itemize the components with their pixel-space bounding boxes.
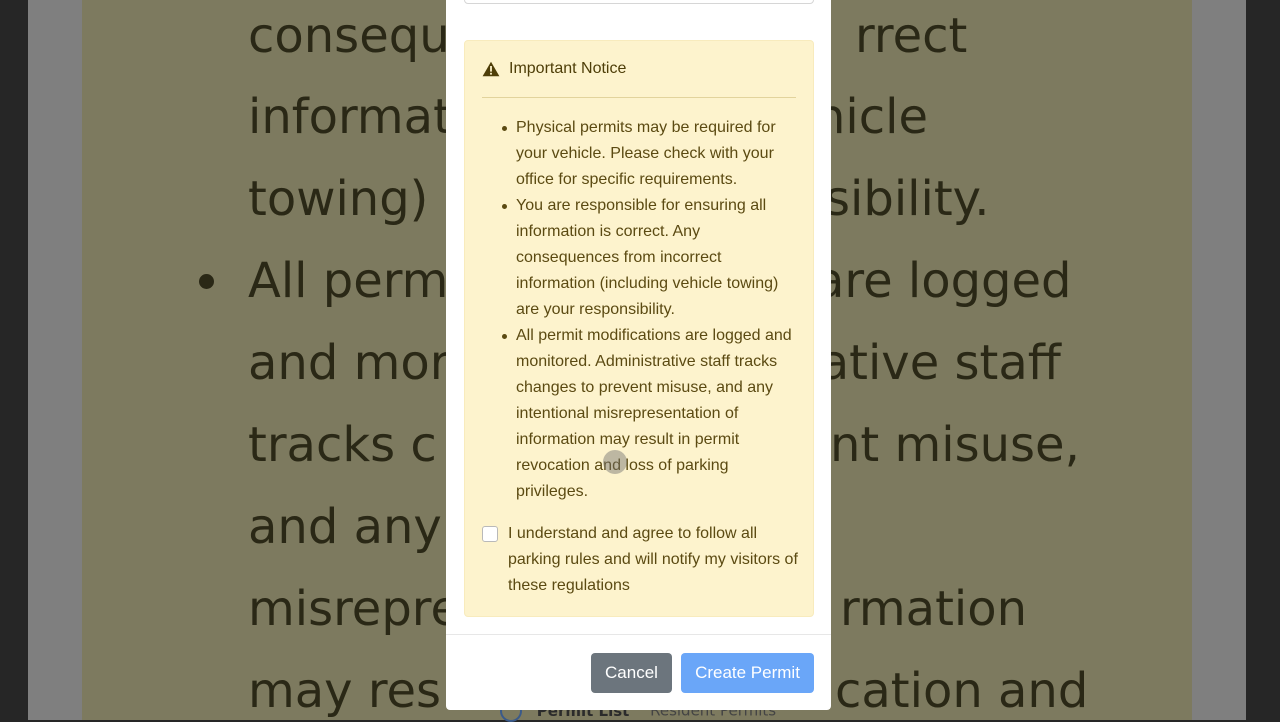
background-text: hicle [815,89,929,145]
notice-item: You are responsible for ensuring all inf… [502,193,801,323]
warning-triangle-icon [482,61,500,77]
notice-header: Important Notice [482,59,626,79]
background-text: may res [248,663,442,719]
background-text: rmation [840,581,1028,637]
mouse-cursor-indicator [603,450,627,474]
background-text: and any [248,499,442,555]
modal-footer: Cancel Create Permit [446,634,831,710]
agreement-row[interactable]: I understand and agree to follow all par… [482,521,802,599]
background-text: tracks c [248,417,437,473]
background-text: are logged [815,253,1072,309]
agreement-label[interactable]: I understand and agree to follow all par… [508,521,802,599]
agreement-checkbox[interactable] [482,526,498,542]
notice-list: Physical permits may be required for you… [502,115,801,505]
notice-item: All permit modifications are logged and … [502,323,801,505]
background-text: cation and [835,663,1089,719]
cancel-button[interactable]: Cancel [591,653,672,693]
background-text: rrect [855,8,968,64]
important-notice-box: Important Notice Physical permits may be… [464,40,814,617]
background-text: nt misuse, [830,417,1080,473]
create-permit-modal: Important Notice Physical permits may be… [446,0,831,710]
background-text: misrepre [248,581,460,637]
notice-divider [482,97,796,98]
background-text: towing) [248,171,429,227]
notice-item: Physical permits may be required for you… [502,115,801,193]
create-permit-button[interactable]: Create Permit [681,653,814,693]
background-text: and mor [248,335,450,391]
background-bullet [199,274,214,289]
background-text: consequ [248,8,450,64]
form-field-bottom-edge[interactable] [464,0,814,4]
background-text: All perm [248,253,449,309]
background-text: informat [248,89,452,145]
background-text: sibility. [825,171,990,227]
notice-title: Important Notice [509,60,627,77]
background-text: rative staff [800,335,1061,391]
